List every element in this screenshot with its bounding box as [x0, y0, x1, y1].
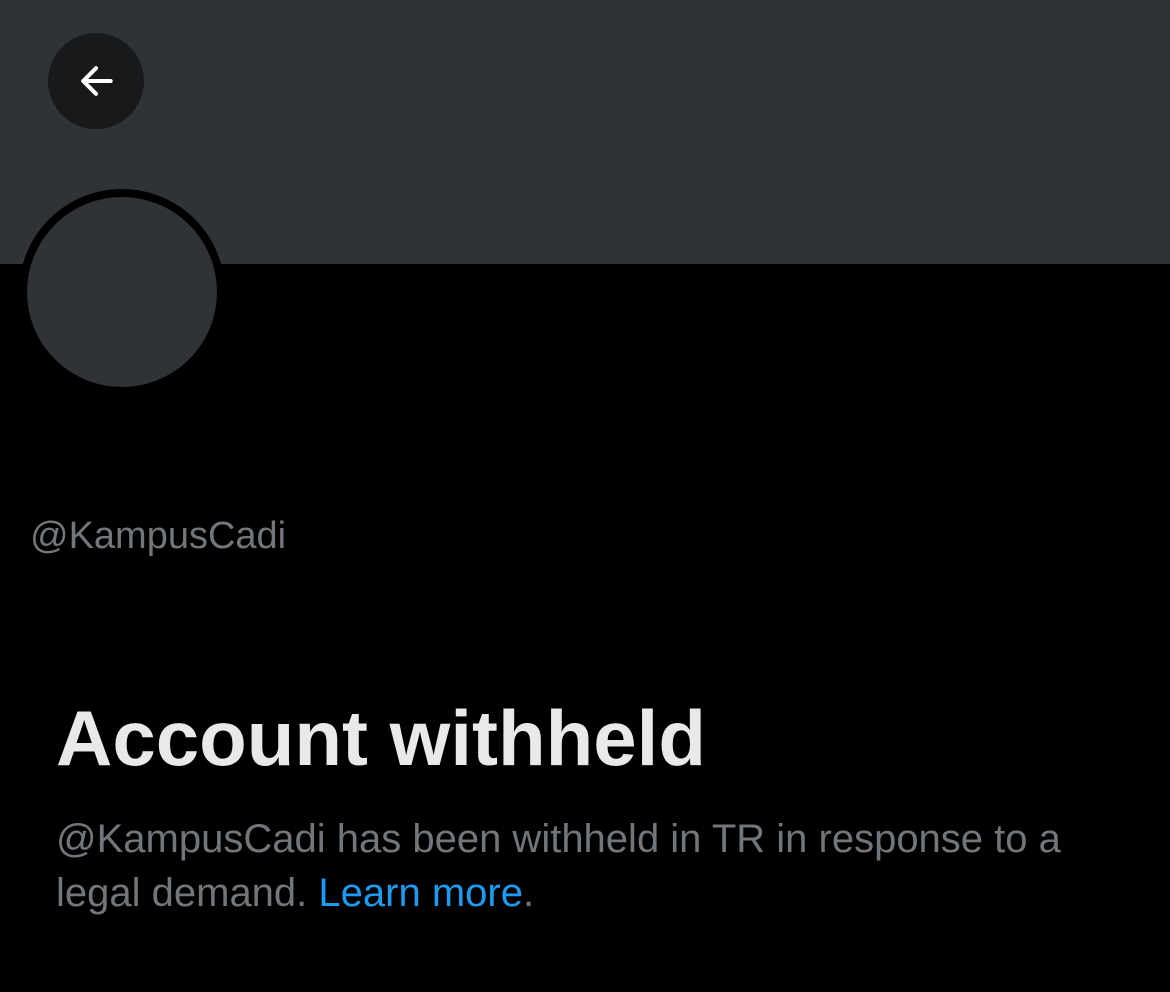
profile-page: @KampusCadi Account withheld @KampusCadi…: [0, 0, 1170, 992]
withheld-message-text: @KampusCadi has been withheld in TR in r…: [56, 817, 1061, 915]
profile-handle: @KampusCadi: [30, 515, 287, 557]
back-button[interactable]: [48, 33, 144, 129]
withheld-message: @KampusCadi has been withheld in TR in r…: [56, 812, 1136, 920]
learn-more-link[interactable]: Learn more: [318, 871, 523, 915]
avatar: [19, 189, 225, 395]
withheld-message-period: .: [522, 871, 535, 915]
withheld-title: Account withheld: [56, 694, 706, 782]
arrow-left-icon: [81, 66, 113, 96]
